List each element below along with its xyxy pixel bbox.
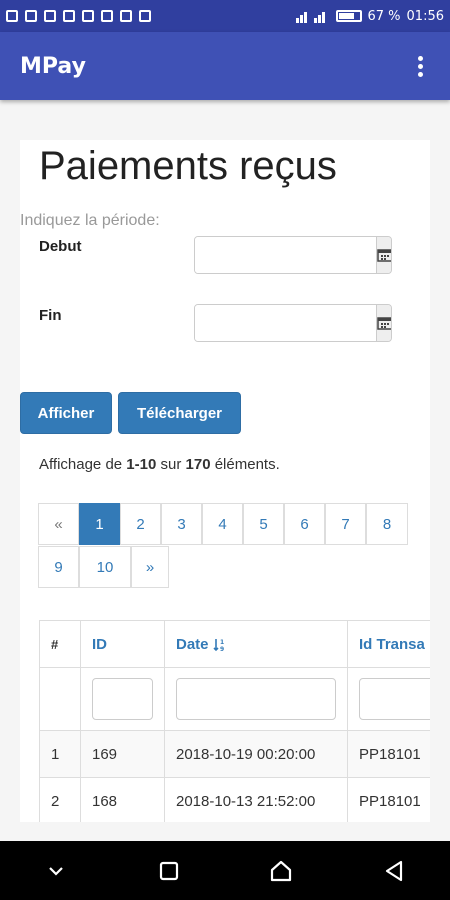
- summary-suffix: éléments.: [214, 456, 280, 473]
- cell-date: 2018-10-13 21:52:00: [164, 777, 348, 822]
- filter-transaction-input[interactable]: [359, 678, 430, 720]
- cell-id: 168: [80, 777, 165, 822]
- table-header-row: # ID Date 1 9 Id Transa: [39, 620, 430, 668]
- payments-table: # ID Date 1 9 Id Transa 1 169 2018-10-19 0…: [39, 620, 430, 822]
- page-title: Paiements reçus: [39, 144, 337, 188]
- system-nav-bar: [0, 841, 450, 900]
- summary-range: 1-10: [126, 456, 157, 473]
- summary-total: 170: [185, 456, 211, 473]
- download-button[interactable]: Télécharger: [118, 392, 241, 434]
- page-link[interactable]: 8: [366, 503, 408, 545]
- filter-date-input[interactable]: [176, 678, 336, 720]
- notification-icon: [139, 10, 151, 22]
- notification-icon: [120, 10, 132, 22]
- battery-icon: [335, 10, 362, 22]
- cell-index: 1: [39, 730, 81, 778]
- filter-cell: [80, 667, 165, 731]
- app-title: MPay: [20, 53, 86, 79]
- notification-icon: [101, 10, 113, 22]
- cell-index: 2: [39, 777, 81, 822]
- start-date-group: [194, 236, 392, 274]
- cell-transaction-id: PP18101: [347, 730, 430, 778]
- cell-date: 2018-10-19 00:20:00: [164, 730, 348, 778]
- app-bar: MPay: [0, 32, 450, 100]
- end-date-group: [194, 304, 392, 342]
- notification-icon: [63, 10, 75, 22]
- table-filter-row: [39, 667, 430, 731]
- filter-id-input[interactable]: [92, 678, 153, 720]
- cell-id: 169: [80, 730, 165, 778]
- table-row[interactable]: 1 169 2018-10-19 00:20:00 PP18101: [39, 730, 430, 778]
- table-row[interactable]: 2 168 2018-10-13 21:52:00 PP18101: [39, 777, 430, 822]
- status-right: 67 % 01:56: [295, 8, 444, 24]
- page-link[interactable]: 10: [79, 546, 131, 588]
- results-summary: Affichage de 1-10 sur 170 éléments.: [39, 456, 280, 473]
- page-link[interactable]: 7: [325, 503, 366, 545]
- sort-ascending-icon: 19: [212, 638, 224, 652]
- filter-cell: [39, 667, 81, 731]
- show-button[interactable]: Afficher: [20, 392, 112, 434]
- svg-text:9: 9: [220, 646, 224, 652]
- page-link[interactable]: 9: [38, 546, 79, 588]
- more-vert-icon[interactable]: [410, 51, 430, 81]
- notification-icon: [25, 10, 37, 22]
- home-icon[interactable]: [261, 851, 301, 891]
- filter-cell: [347, 667, 430, 731]
- svg-text:1: 1: [220, 639, 224, 646]
- column-header-date[interactable]: Date 1 9: [164, 620, 348, 668]
- notification-icon: [6, 10, 18, 22]
- calendar-icon[interactable]: [376, 237, 391, 273]
- filter-cell: [164, 667, 348, 731]
- period-label: Indiquez la période:: [20, 212, 160, 229]
- summary-prefix: Affichage de: [39, 456, 123, 473]
- back-triangle-icon[interactable]: [374, 851, 414, 891]
- chevron-down-icon[interactable]: [36, 851, 76, 891]
- calendar-icon[interactable]: [376, 305, 391, 341]
- start-date-input[interactable]: [195, 237, 376, 273]
- notification-icons: [6, 10, 151, 22]
- column-header-transaction-id[interactable]: Id Transa: [347, 620, 430, 668]
- pagination-prev[interactable]: «: [38, 503, 79, 545]
- start-date-label: Debut: [39, 238, 82, 255]
- column-header-index: #: [39, 620, 81, 668]
- pagination-next[interactable]: »: [131, 546, 169, 588]
- page-link-current[interactable]: 1: [79, 503, 120, 545]
- column-header-id[interactable]: ID: [80, 620, 165, 668]
- notification-icon: [82, 10, 94, 22]
- status-bar: 67 % 01:56: [0, 0, 450, 32]
- page-link[interactable]: 5: [243, 503, 284, 545]
- clock: 01:56: [406, 8, 444, 24]
- page-link[interactable]: 2: [120, 503, 161, 545]
- page-link[interactable]: 4: [202, 503, 243, 545]
- page-link[interactable]: 6: [284, 503, 325, 545]
- content-panel: Paiements reçus Indiquez la période: Deb…: [20, 140, 430, 822]
- summary-middle: sur: [160, 456, 182, 473]
- page-link[interactable]: 3: [161, 503, 202, 545]
- end-date-label: Fin: [39, 307, 62, 324]
- end-date-input[interactable]: [195, 305, 376, 341]
- signal-icon: [295, 12, 325, 23]
- battery-level: 67 %: [367, 8, 401, 24]
- payments-grid: # ID Date 1 9 Id Transa 1 169 2018-10-19 0…: [39, 620, 430, 822]
- recents-square-icon[interactable]: [149, 851, 189, 891]
- notification-icon: [44, 10, 56, 22]
- cell-transaction-id: PP18101: [347, 777, 430, 822]
